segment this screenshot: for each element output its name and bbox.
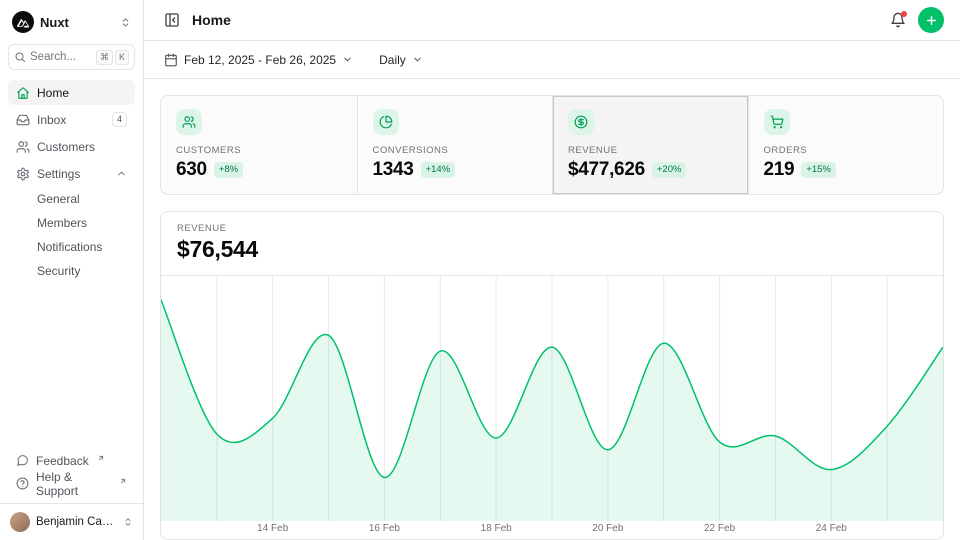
chart-pie-icon bbox=[373, 109, 399, 135]
stat-value: 219 bbox=[764, 159, 795, 181]
inbox-icon bbox=[16, 113, 30, 127]
notifications-button[interactable] bbox=[886, 8, 910, 32]
calendar-icon bbox=[164, 53, 178, 67]
circle-dollar-icon bbox=[568, 109, 594, 135]
chevron-down-icon bbox=[342, 54, 353, 65]
sidebar-item-label: Help & Support bbox=[36, 470, 111, 498]
stat-delta-badge: +8% bbox=[214, 162, 243, 178]
stat-value: 1343 bbox=[373, 159, 414, 181]
search-icon bbox=[14, 51, 26, 63]
chart-metric-label: REVENUE bbox=[177, 223, 927, 234]
sidebar-item-general[interactable]: General bbox=[8, 188, 135, 210]
sidebar-item-members[interactable]: Members bbox=[8, 212, 135, 234]
stats-grid: CUSTOMERS 630 +8% CONVERSIONS 1343 +14% bbox=[160, 95, 944, 195]
filters-toolbar: Feb 12, 2025 - Feb 26, 2025 Daily bbox=[144, 41, 960, 79]
panel-left-close-icon bbox=[164, 12, 180, 28]
sidebar: Nuxt ⌘ K Home bbox=[0, 0, 144, 540]
workspace-selector[interactable]: Nuxt bbox=[8, 8, 135, 36]
main-area: Home Feb 12, 2025 - Feb 26, 2025 bbox=[144, 0, 960, 540]
chart-metric-value: $76,544 bbox=[177, 236, 927, 263]
kbd-meta: ⌘ bbox=[96, 50, 113, 65]
sidebar-item-label: General bbox=[37, 192, 80, 206]
settings-subnav: General Members Notifications Security bbox=[8, 188, 135, 282]
sidebar-item-label: Notifications bbox=[37, 240, 102, 254]
date-range-label: Feb 12, 2025 - Feb 26, 2025 bbox=[184, 53, 336, 67]
revenue-chart-svg bbox=[161, 276, 943, 539]
stat-value: $477,626 bbox=[568, 159, 645, 181]
notification-dot bbox=[901, 11, 907, 17]
user-avatar bbox=[10, 512, 30, 532]
kbd-k: K bbox=[115, 50, 129, 65]
sidebar-item-label: Feedback bbox=[36, 454, 89, 468]
external-link-icon bbox=[97, 454, 105, 462]
chevron-down-icon bbox=[412, 54, 423, 65]
users-icon bbox=[16, 140, 30, 154]
sidebar-item-label: Members bbox=[37, 216, 87, 230]
sidebar-item-label: Security bbox=[37, 264, 80, 278]
interval-select[interactable]: Daily bbox=[371, 48, 431, 72]
plus-icon bbox=[925, 14, 938, 27]
user-name: Benjamin Canac bbox=[36, 516, 117, 528]
stat-value: 630 bbox=[176, 159, 207, 181]
interval-label: Daily bbox=[379, 53, 406, 67]
page-title: Home bbox=[192, 12, 231, 28]
nuxt-logo-icon bbox=[12, 11, 34, 33]
user-menu-button[interactable]: Benjamin Canac bbox=[0, 503, 143, 540]
stat-card-customers[interactable]: CUSTOMERS 630 +8% bbox=[161, 96, 357, 194]
shopping-cart-icon bbox=[764, 109, 790, 135]
sidebar-item-inbox[interactable]: Inbox 4 bbox=[8, 107, 135, 132]
sidebar-item-label: Home bbox=[37, 86, 69, 100]
chart-header: REVENUE $76,544 bbox=[161, 212, 943, 276]
chevrons-up-down-icon bbox=[120, 17, 131, 28]
sidebar-item-customers[interactable]: Customers bbox=[8, 134, 135, 159]
sidebar-item-help-support[interactable]: Help & Support bbox=[8, 472, 135, 495]
collapse-sidebar-button[interactable] bbox=[160, 8, 184, 32]
workspace-name: Nuxt bbox=[40, 15, 69, 30]
sidebar-item-label: Inbox bbox=[37, 113, 66, 127]
stat-label: ORDERS bbox=[764, 145, 929, 156]
stat-delta-badge: +20% bbox=[652, 162, 687, 178]
sidebar-item-security[interactable]: Security bbox=[8, 260, 135, 282]
stat-card-conversions[interactable]: CONVERSIONS 1343 +14% bbox=[357, 96, 553, 194]
chevrons-up-down-icon bbox=[123, 517, 133, 527]
revenue-chart-card: REVENUE $76,544 14 Feb16 Feb18 Feb20 Feb… bbox=[160, 211, 944, 540]
date-range-picker[interactable]: Feb 12, 2025 - Feb 26, 2025 bbox=[156, 48, 361, 72]
chevron-up-icon bbox=[116, 168, 127, 179]
sidebar-item-home[interactable]: Home bbox=[8, 80, 135, 105]
stat-delta-badge: +14% bbox=[421, 162, 456, 178]
sidebar-item-notifications[interactable]: Notifications bbox=[8, 236, 135, 258]
app-root: Nuxt ⌘ K Home bbox=[0, 0, 960, 540]
sidebar-item-label: Customers bbox=[37, 140, 95, 154]
sidebar-item-label: Settings bbox=[37, 167, 80, 181]
page-header: Home bbox=[144, 0, 960, 41]
search-input[interactable] bbox=[30, 51, 92, 63]
stat-delta-badge: +15% bbox=[801, 162, 836, 178]
add-button[interactable] bbox=[918, 7, 944, 33]
page-content: CUSTOMERS 630 +8% CONVERSIONS 1343 +14% bbox=[144, 79, 960, 540]
users-icon bbox=[176, 109, 202, 135]
house-icon bbox=[16, 86, 30, 100]
message-circle-icon bbox=[16, 454, 29, 467]
stat-label: REVENUE bbox=[568, 145, 733, 156]
sidebar-spacer bbox=[8, 282, 135, 449]
search-field[interactable]: ⌘ K bbox=[8, 44, 135, 70]
stat-card-revenue[interactable]: REVENUE $477,626 +20% bbox=[552, 96, 748, 194]
gear-icon bbox=[16, 167, 30, 181]
external-link-icon bbox=[119, 477, 127, 485]
search-shortcut: ⌘ K bbox=[96, 50, 129, 65]
stat-label: CUSTOMERS bbox=[176, 145, 342, 156]
help-circle-icon bbox=[16, 477, 29, 490]
stat-label: CONVERSIONS bbox=[373, 145, 538, 156]
sidebar-nav: Home Inbox 4 Customers Settings bbox=[8, 80, 135, 282]
sidebar-item-settings[interactable]: Settings bbox=[8, 161, 135, 186]
stat-card-orders[interactable]: ORDERS 219 +15% bbox=[748, 96, 944, 194]
revenue-chart[interactable]: 14 Feb16 Feb18 Feb20 Feb22 Feb24 Feb bbox=[161, 276, 943, 539]
inbox-count-badge: 4 bbox=[112, 112, 127, 127]
